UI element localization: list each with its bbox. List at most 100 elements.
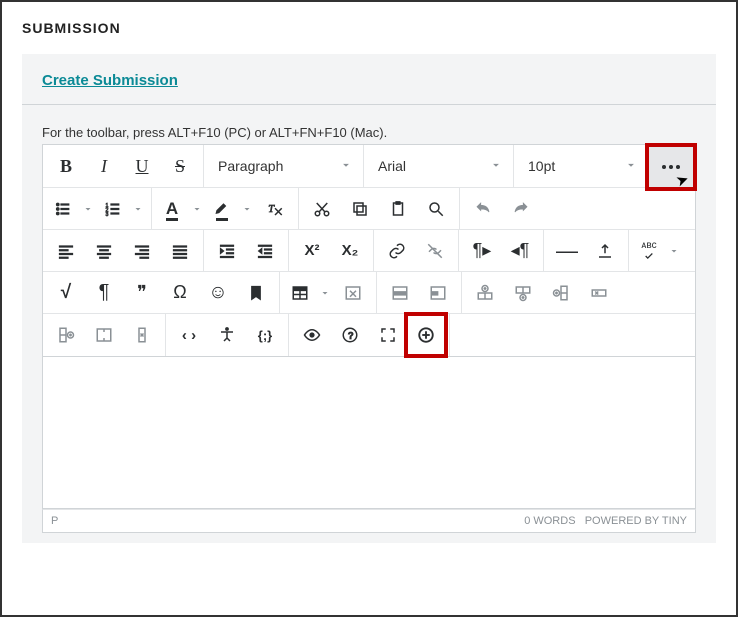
group-insert-line: — <box>544 230 629 271</box>
preview-button[interactable] <box>293 315 331 355</box>
bullet-list-button[interactable] <box>47 189 97 229</box>
superscript-button[interactable]: X² <box>293 231 331 271</box>
bold-button[interactable]: B <box>47 146 85 186</box>
numbered-list-button[interactable]: 123 <box>97 189 147 229</box>
clear-formatting-button[interactable]: T <box>256 189 294 229</box>
show-blocks-button[interactable]: ¶ <box>85 273 123 313</box>
add-content-button[interactable] <box>407 315 445 355</box>
font-family-select[interactable]: Arial <box>364 145 514 187</box>
delete-table-icon <box>344 284 362 302</box>
align-justify-button[interactable] <box>161 231 199 271</box>
insert-col-before-button[interactable] <box>542 273 580 313</box>
table-row-props-button[interactable] <box>381 273 419 313</box>
word-count[interactable]: 0 WORDS <box>524 515 575 527</box>
accessibility-icon <box>218 326 236 344</box>
chevron-down-icon <box>624 158 638 175</box>
subscript-button[interactable]: X₂ <box>331 231 369 271</box>
align-right-button[interactable] <box>123 231 161 271</box>
merge-cells-button[interactable] <box>85 315 123 355</box>
col-before-icon <box>552 284 570 302</box>
align-center-icon <box>95 242 113 260</box>
math-button[interactable]: √ <box>47 273 85 313</box>
ltr-button[interactable]: ¶▸ <box>463 231 501 271</box>
col-after-icon <box>57 326 75 344</box>
fullscreen-button[interactable] <box>369 315 407 355</box>
delete-row-icon <box>590 284 608 302</box>
align-left-button[interactable] <box>47 231 85 271</box>
help-button[interactable]: ? <box>331 315 369 355</box>
outdent-button[interactable] <box>246 231 284 271</box>
insert-row-before-button[interactable] <box>466 273 504 313</box>
delete-col-button[interactable] <box>123 315 161 355</box>
more-toolbar-button[interactable]: ➤ <box>649 147 693 187</box>
remove-link-button[interactable] <box>416 231 454 271</box>
group-align <box>43 230 204 271</box>
insert-file-button[interactable] <box>586 231 624 271</box>
redo-button[interactable] <box>502 189 540 229</box>
toolbar-row-5: ‹ › {;} ? <box>43 314 695 356</box>
clipboard-icon <box>389 200 407 218</box>
font-size-select[interactable]: 10pt <box>514 145 649 187</box>
page-title: SUBMISSION <box>22 20 716 36</box>
group-table-col <box>43 314 166 356</box>
editor-content-area[interactable] <box>42 357 696 509</box>
code-sample-button[interactable]: {;} <box>246 315 284 355</box>
fullscreen-icon <box>379 326 397 344</box>
status-path[interactable]: P <box>51 515 58 527</box>
delete-table-button[interactable] <box>334 273 372 313</box>
block-format-value: Paragraph <box>218 158 283 174</box>
group-table <box>280 272 377 313</box>
table-cell-props-button[interactable] <box>419 273 457 313</box>
spellcheck-button[interactable]: ᴀʙᴄ <box>633 231 683 271</box>
toolbar-hint: For the toolbar, press ALT+F10 (PC) or A… <box>42 125 696 140</box>
horizontal-rule-button[interactable]: — <box>548 231 586 271</box>
insert-table-button[interactable] <box>284 273 334 313</box>
undo-button[interactable] <box>464 189 502 229</box>
italic-button[interactable]: I <box>85 146 123 186</box>
strikethrough-button[interactable]: S <box>161 146 199 186</box>
font-family-value: Arial <box>378 158 406 174</box>
insert-row-after-button[interactable] <box>504 273 542 313</box>
blockquote-button[interactable]: ❞ <box>123 273 161 313</box>
block-format-select[interactable]: Paragraph <box>204 145 364 187</box>
insert-link-button[interactable] <box>378 231 416 271</box>
toolbar-row-3: X² X₂ ¶▸ ◂¶ — <box>43 230 695 272</box>
special-char-button[interactable]: Ω <box>161 273 199 313</box>
text-color-button[interactable]: A <box>156 189 206 229</box>
group-code: ‹ › {;} <box>166 314 289 356</box>
indent-button[interactable] <box>208 231 246 271</box>
source-code-button[interactable]: ‹ › <box>170 315 208 355</box>
find-replace-button[interactable] <box>417 189 455 229</box>
group-link <box>374 230 459 271</box>
cut-button[interactable] <box>303 189 341 229</box>
align-right-icon <box>133 242 151 260</box>
svg-text:?: ? <box>348 331 354 342</box>
eye-icon <box>303 326 321 344</box>
table-cell-icon <box>429 284 447 302</box>
svg-text:3: 3 <box>106 211 109 217</box>
rtl-button[interactable]: ◂¶ <box>501 231 539 271</box>
group-clipboard <box>299 188 460 229</box>
paste-button[interactable] <box>379 189 417 229</box>
copy-icon <box>351 200 369 218</box>
toolbar-row-2: 123 A T <box>43 188 695 230</box>
copy-button[interactable] <box>341 189 379 229</box>
anchor-button[interactable] <box>237 273 275 313</box>
powered-by[interactable]: POWERED BY TINY <box>585 515 687 527</box>
bullet-list-icon <box>47 189 79 229</box>
insert-col-after-button[interactable] <box>47 315 85 355</box>
delete-row-button[interactable] <box>580 273 618 313</box>
align-center-button[interactable] <box>85 231 123 271</box>
redo-icon <box>512 200 530 218</box>
row-after-icon <box>514 284 532 302</box>
link-icon <box>388 242 406 260</box>
upload-icon <box>596 242 614 260</box>
emoticons-button[interactable]: ☺ <box>199 273 237 313</box>
indent-icon <box>218 242 236 260</box>
accessibility-button[interactable] <box>208 315 246 355</box>
create-submission-link[interactable]: Create Submission <box>42 72 178 89</box>
chevron-down-icon <box>489 158 503 175</box>
highlight-color-button[interactable] <box>206 189 256 229</box>
underline-button[interactable]: U <box>123 146 161 186</box>
group-history <box>460 188 544 229</box>
